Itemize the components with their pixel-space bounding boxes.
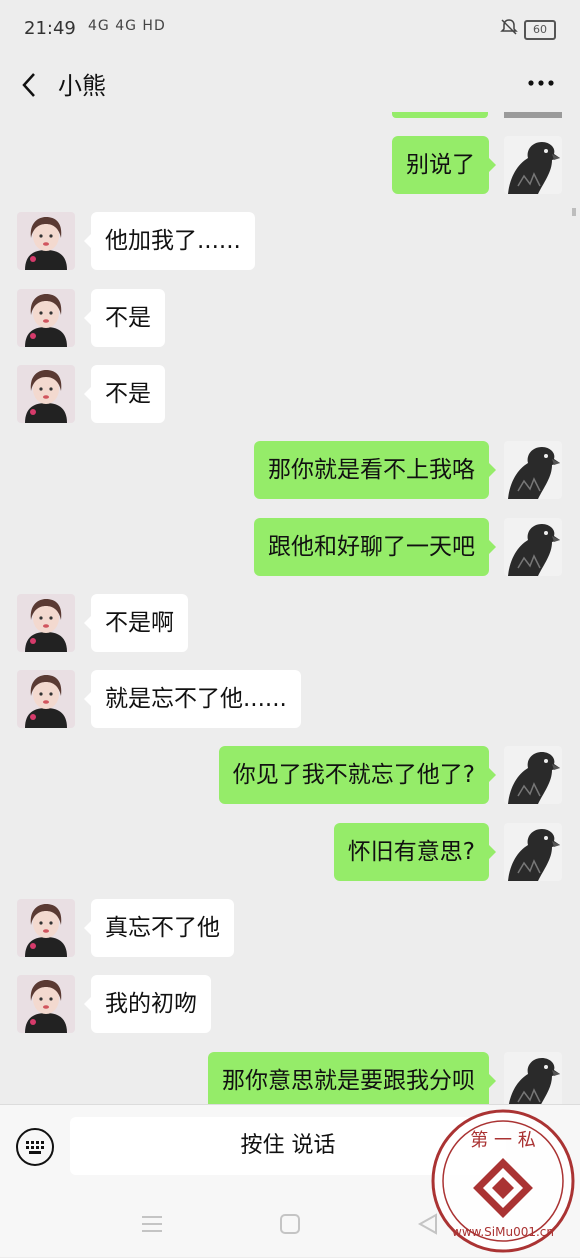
my-avatar[interactable]	[504, 823, 562, 881]
my-avatar[interactable]	[504, 441, 562, 499]
received-message-bubble[interactable]: 不是	[84, 289, 165, 347]
message-list[interactable]: 别说了 他加我了...... 不是 不是 那你就是看不上我咯 跟他和好聊了一天吧…	[0, 112, 580, 1104]
received-message-bubble[interactable]: 他加我了......	[84, 212, 255, 270]
received-message-bubble[interactable]: 真忘不了他	[84, 899, 234, 957]
sent-message-bubble[interactable]: 那你意思就是要跟我分呗	[208, 1052, 496, 1104]
sent-message-bubble[interactable]: 怀旧有意思?	[333, 823, 497, 881]
received-message-bubble[interactable]: 我的初吻	[84, 975, 211, 1033]
contact-avatar[interactable]	[17, 594, 75, 652]
contact-avatar[interactable]	[17, 212, 75, 270]
message-row: 不是啊	[0, 592, 580, 654]
sent-message-bubble[interactable]: 别说了	[392, 136, 496, 194]
watermark-seal: 第 一 私 www.SiMu001.cn	[430, 1108, 576, 1254]
message-row: 不是	[0, 363, 580, 425]
my-avatar[interactable]	[504, 136, 562, 194]
message-row: 我的初吻	[0, 973, 580, 1035]
message-row: 那你意思就是要跟我分呗	[0, 1050, 580, 1104]
partial-bubble	[392, 112, 488, 118]
contact-avatar[interactable]	[17, 289, 75, 347]
network-indicator: 4G 4G HD	[88, 18, 166, 34]
message-row: 他加我了......	[0, 210, 580, 272]
chat-title: 小熊	[58, 72, 106, 100]
message-row: 真忘不了他	[0, 897, 580, 959]
more-dots-icon[interactable]	[526, 70, 556, 96]
contact-avatar[interactable]	[17, 975, 75, 1033]
message-row: 你见了我不就忘了他了?	[0, 744, 580, 806]
chat-header: 小熊	[0, 58, 580, 112]
message-row: 怀旧有意思?	[0, 821, 580, 883]
menu-icon[interactable]	[140, 1212, 164, 1236]
my-avatar[interactable]	[504, 518, 562, 576]
keyboard-icon[interactable]	[15, 1127, 55, 1167]
svg-text:第 一 私: 第 一 私	[470, 1130, 535, 1151]
message-row: 那你就是看不上我咯	[0, 439, 580, 501]
home-square-icon[interactable]	[278, 1212, 302, 1236]
message-row: 不是	[0, 287, 580, 349]
contact-avatar[interactable]	[17, 670, 75, 728]
status-bar: 21:49 4G 4G HD 60	[0, 0, 580, 58]
my-avatar[interactable]	[504, 1052, 562, 1104]
message-row: 别说了	[0, 134, 580, 196]
my-avatar[interactable]	[504, 746, 562, 804]
sent-message-bubble[interactable]: 跟他和好聊了一天吧	[254, 518, 496, 576]
received-message-bubble[interactable]: 不是	[84, 365, 165, 423]
chevron-left-icon[interactable]	[18, 70, 40, 100]
mute-icon	[500, 18, 518, 40]
sent-message-bubble[interactable]: 你见了我不就忘了他了?	[218, 746, 497, 804]
contact-avatar[interactable]	[17, 899, 75, 957]
status-time: 21:49	[24, 18, 76, 39]
battery-indicator: 60	[524, 20, 556, 40]
svg-text:www.SiMu001.cn: www.SiMu001.cn	[452, 1225, 554, 1239]
message-row: 跟他和好聊了一天吧	[0, 516, 580, 578]
message-row: 就是忘不了他......	[0, 668, 580, 730]
sent-message-bubble[interactable]: 那你就是看不上我咯	[254, 441, 496, 499]
received-message-bubble[interactable]: 就是忘不了他......	[84, 670, 301, 728]
partial-avatar	[504, 112, 562, 118]
contact-avatar[interactable]	[17, 365, 75, 423]
received-message-bubble[interactable]: 不是啊	[84, 594, 188, 652]
